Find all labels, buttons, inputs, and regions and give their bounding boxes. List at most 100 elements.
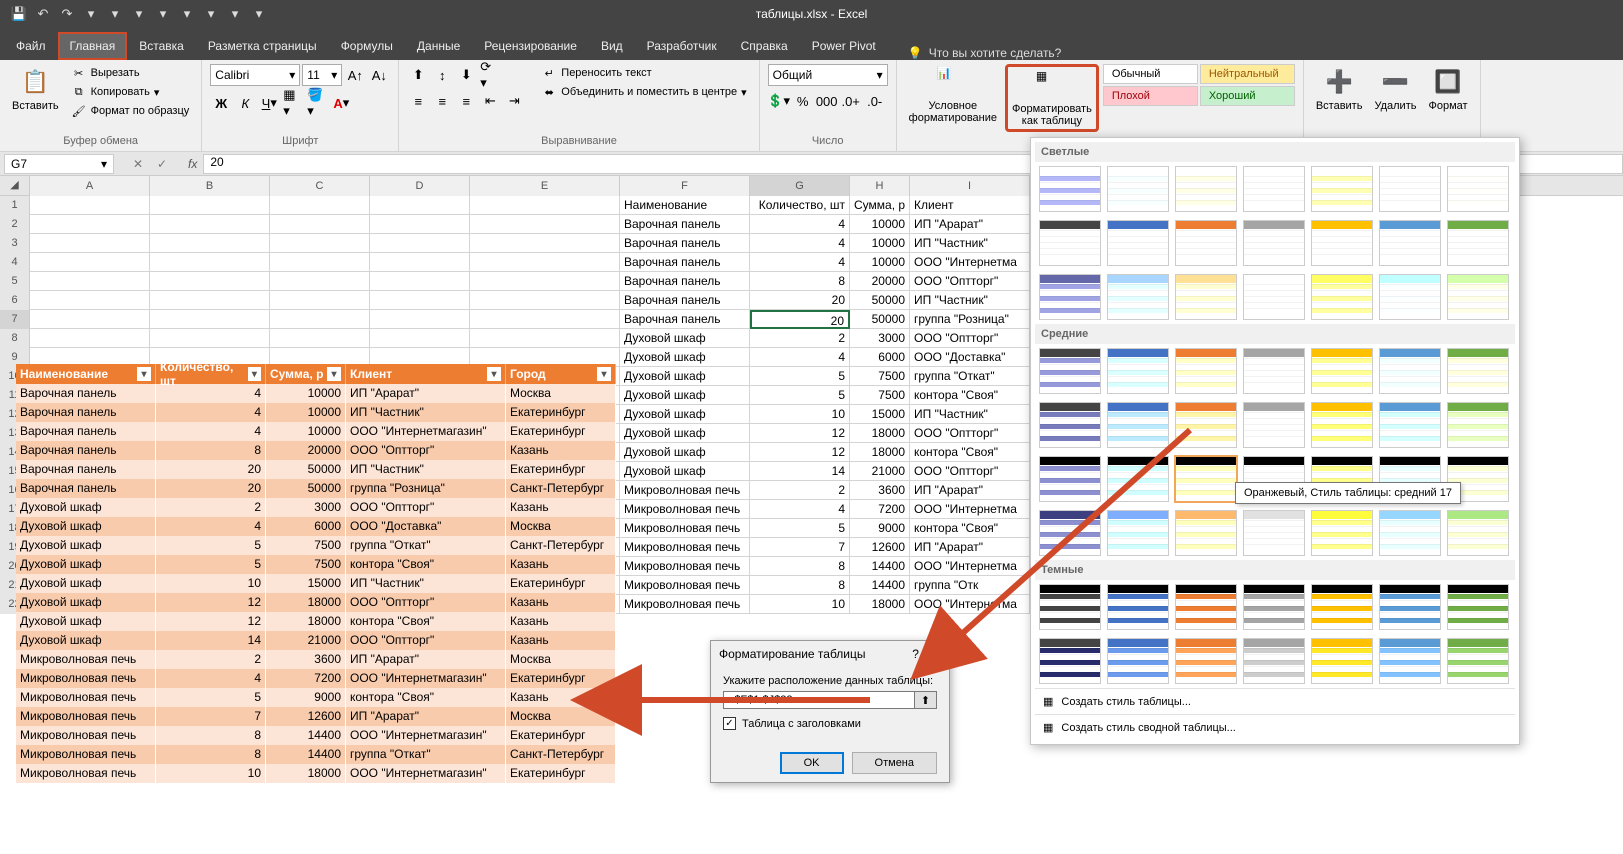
cell[interactable] <box>150 291 270 310</box>
table-style-swatch[interactable] <box>1107 166 1169 212</box>
cell[interactable]: 5 <box>750 519 850 538</box>
new-table-style[interactable]: ▦ Создать стиль таблицы... <box>1035 688 1515 714</box>
table-style-swatch[interactable] <box>1039 402 1101 448</box>
fill-color-button[interactable]: 🪣 ▾ <box>306 92 328 114</box>
cell[interactable] <box>150 329 270 348</box>
cell[interactable]: Варочная панель <box>620 234 750 253</box>
cell[interactable]: 8 <box>750 557 850 576</box>
wrap-text-button[interactable]: ↵Переносить текст <box>537 64 750 82</box>
cell[interactable]: Духовой шкаф <box>620 405 750 424</box>
cell[interactable]: ИП "Арарат" <box>910 481 1030 500</box>
undo-icon[interactable]: ↶ <box>32 3 54 25</box>
cell[interactable] <box>30 253 150 272</box>
filter-arrow-icon[interactable]: ▾ <box>487 367 501 381</box>
name-box[interactable]: G7▾ <box>4 154 114 174</box>
cell[interactable] <box>150 215 270 234</box>
row-header[interactable]: 7 <box>0 310 30 329</box>
cell[interactable]: контора "Своя" <box>910 386 1030 405</box>
cell[interactable] <box>270 291 370 310</box>
row-header[interactable]: 1 <box>0 196 30 215</box>
cell[interactable]: 6000 <box>850 348 910 367</box>
align-bottom-icon[interactable]: ⬇ <box>455 64 477 86</box>
cell[interactable] <box>370 196 470 215</box>
cell[interactable]: Наименование <box>620 196 750 215</box>
tab-page-layout[interactable]: Разметка страницы <box>196 32 329 60</box>
preview-header[interactable]: Клиент▾ <box>346 364 506 384</box>
range-selector-icon[interactable]: ⬆ <box>915 691 937 709</box>
qa-btn[interactable]: ▾ <box>248 3 270 25</box>
table-style-swatch[interactable] <box>1243 638 1305 684</box>
qa-btn[interactable]: ▾ <box>128 3 150 25</box>
decrease-font-icon[interactable]: A↓ <box>368 64 390 86</box>
qa-btn[interactable]: ▾ <box>224 3 246 25</box>
cell[interactable]: 18000 <box>850 424 910 443</box>
redo-icon[interactable]: ↷ <box>56 3 78 25</box>
col-header[interactable]: F <box>620 176 750 196</box>
cell[interactable]: 18000 <box>850 595 910 614</box>
table-style-swatch[interactable] <box>1447 402 1509 448</box>
cell[interactable]: 7 <box>750 538 850 557</box>
table-style-swatch[interactable] <box>1243 220 1305 266</box>
table-style-swatch[interactable] <box>1379 638 1441 684</box>
close-icon[interactable]: ✕ <box>931 647 941 661</box>
table-style-swatch[interactable] <box>1447 584 1509 630</box>
cell[interactable]: 3600 <box>850 481 910 500</box>
style-good[interactable]: Хороший <box>1200 86 1295 106</box>
cell[interactable] <box>370 215 470 234</box>
cell[interactable] <box>470 310 620 329</box>
number-format-combo[interactable]: Общий▾ <box>768 64 888 86</box>
cell[interactable] <box>470 272 620 291</box>
table-style-swatch[interactable] <box>1039 274 1101 320</box>
format-painter-button[interactable]: 🖌Формат по образцу <box>67 102 194 120</box>
cell[interactable] <box>30 291 150 310</box>
table-style-swatch[interactable] <box>1447 166 1509 212</box>
thousands-icon[interactable]: 000 <box>816 90 838 112</box>
cell[interactable]: 14 <box>750 462 850 481</box>
col-header[interactable]: B <box>150 176 270 196</box>
cell[interactable]: ООО "Оптторг" <box>910 462 1030 481</box>
cell[interactable] <box>150 234 270 253</box>
cell[interactable]: Варочная панель <box>620 310 750 329</box>
table-style-swatch[interactable] <box>1175 166 1237 212</box>
table-style-swatch[interactable] <box>1311 638 1373 684</box>
col-header[interactable]: C <box>270 176 370 196</box>
cell[interactable]: Микроволновая печь <box>620 576 750 595</box>
table-style-swatch[interactable] <box>1379 510 1441 556</box>
cell[interactable]: 2 <box>750 481 850 500</box>
table-style-swatch[interactable] <box>1311 274 1373 320</box>
tab-help[interactable]: Справка <box>729 32 800 60</box>
align-middle-icon[interactable]: ↕ <box>431 64 453 86</box>
orientation-icon[interactable]: ⟳ ▾ <box>479 64 501 86</box>
table-style-swatch[interactable] <box>1175 220 1237 266</box>
cell[interactable]: ООО "Интернетма <box>910 595 1030 614</box>
qa-btn[interactable]: ▾ <box>80 3 102 25</box>
cell[interactable]: 9000 <box>850 519 910 538</box>
table-style-swatch[interactable] <box>1107 456 1169 502</box>
preview-header[interactable]: Наименование▾ <box>16 364 156 384</box>
cell[interactable]: 20000 <box>850 272 910 291</box>
cell[interactable]: 5 <box>750 367 850 386</box>
cell[interactable] <box>470 329 620 348</box>
cell[interactable]: 15000 <box>850 405 910 424</box>
cell[interactable] <box>270 310 370 329</box>
cell[interactable]: 4 <box>750 215 850 234</box>
cell[interactable]: Духовой шкаф <box>620 443 750 462</box>
format-as-table-button[interactable]: ▦ Форматировать как таблицу <box>1005 64 1099 132</box>
range-input[interactable]: =$F$1:$J$22 <box>723 691 915 709</box>
cell[interactable] <box>270 253 370 272</box>
col-header[interactable]: H <box>850 176 910 196</box>
increase-font-icon[interactable]: A↑ <box>344 64 366 86</box>
cell[interactable]: 18000 <box>850 443 910 462</box>
cell[interactable]: ООО "Интернетма <box>910 253 1030 272</box>
cell[interactable] <box>470 253 620 272</box>
align-right-icon[interactable]: ≡ <box>455 90 477 112</box>
table-style-swatch[interactable] <box>1107 274 1169 320</box>
tab-insert[interactable]: Вставка <box>127 32 196 60</box>
fx-icon[interactable]: fx <box>182 157 203 171</box>
table-style-swatch[interactable] <box>1039 456 1101 502</box>
cell[interactable]: Клиент <box>910 196 1030 215</box>
table-style-swatch[interactable] <box>1447 510 1509 556</box>
bold-button[interactable]: Ж <box>210 92 232 114</box>
cell[interactable]: Духовой шкаф <box>620 424 750 443</box>
cell[interactable]: 50000 <box>850 291 910 310</box>
